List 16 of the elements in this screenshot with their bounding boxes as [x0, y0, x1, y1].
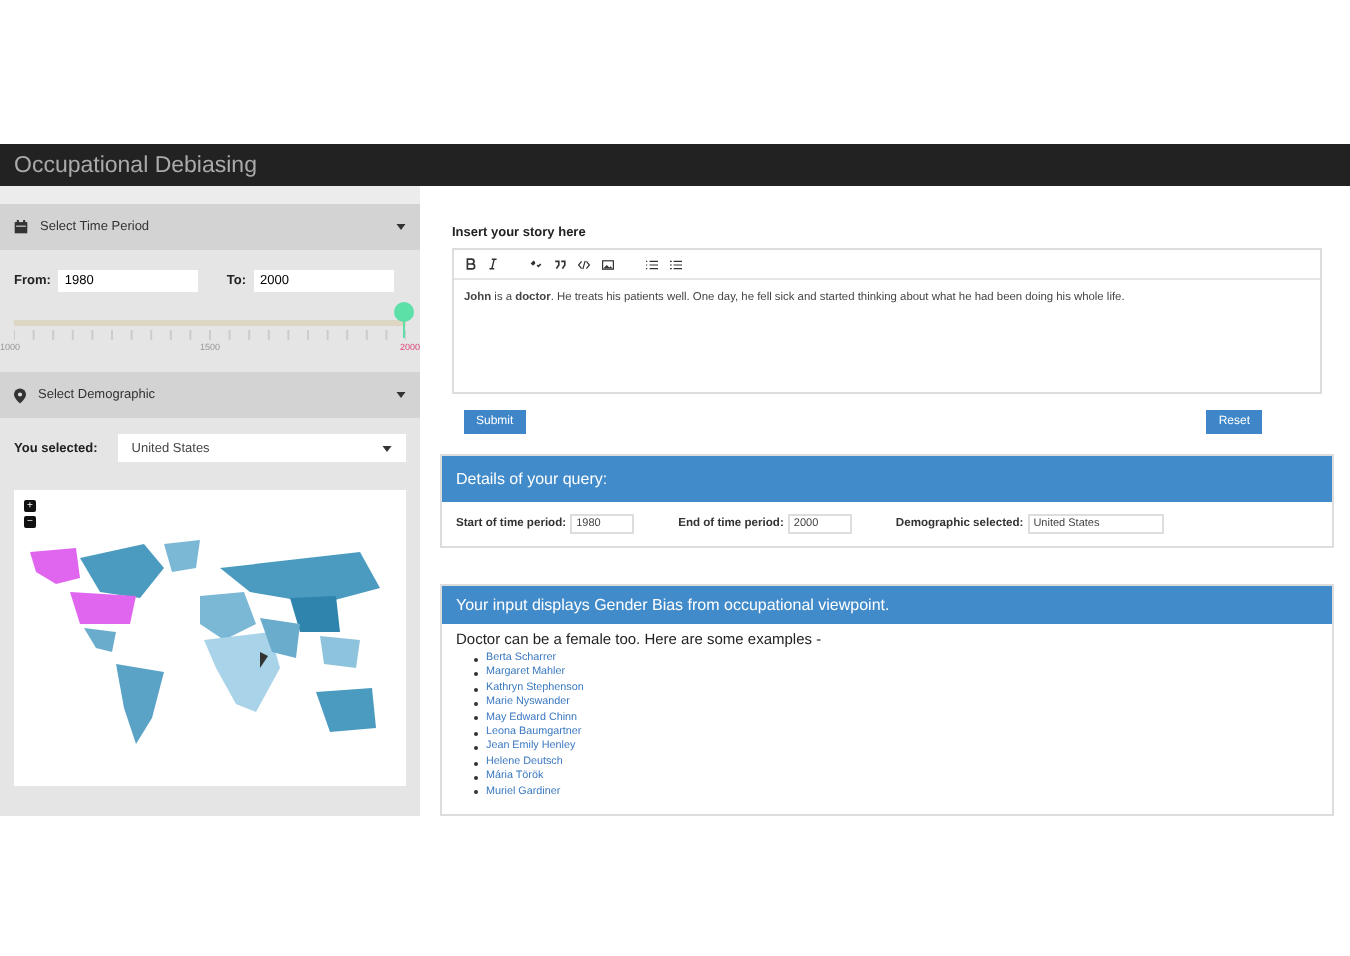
slider-handle[interactable] — [394, 302, 414, 338]
bold-icon[interactable] — [466, 258, 476, 270]
bulleted-list-icon[interactable] — [670, 259, 682, 269]
italic-icon[interactable] — [488, 258, 498, 270]
quote-icon[interactable] — [554, 259, 566, 269]
panel-title: Details of your query: — [456, 470, 608, 488]
caret-icon — [396, 224, 406, 230]
calendar-icon — [14, 220, 28, 234]
image-icon[interactable] — [602, 259, 614, 269]
caret-icon — [396, 392, 406, 398]
code-icon[interactable] — [578, 259, 590, 269]
numbered-list-icon[interactable] — [646, 259, 658, 269]
map-pin-icon — [14, 387, 26, 403]
caret-icon — [382, 445, 392, 451]
panel-title: Your input displays Gender Bias from occupational viewpoint. — [456, 596, 890, 614]
app-title: Occupational Debiasing — [14, 153, 257, 177]
